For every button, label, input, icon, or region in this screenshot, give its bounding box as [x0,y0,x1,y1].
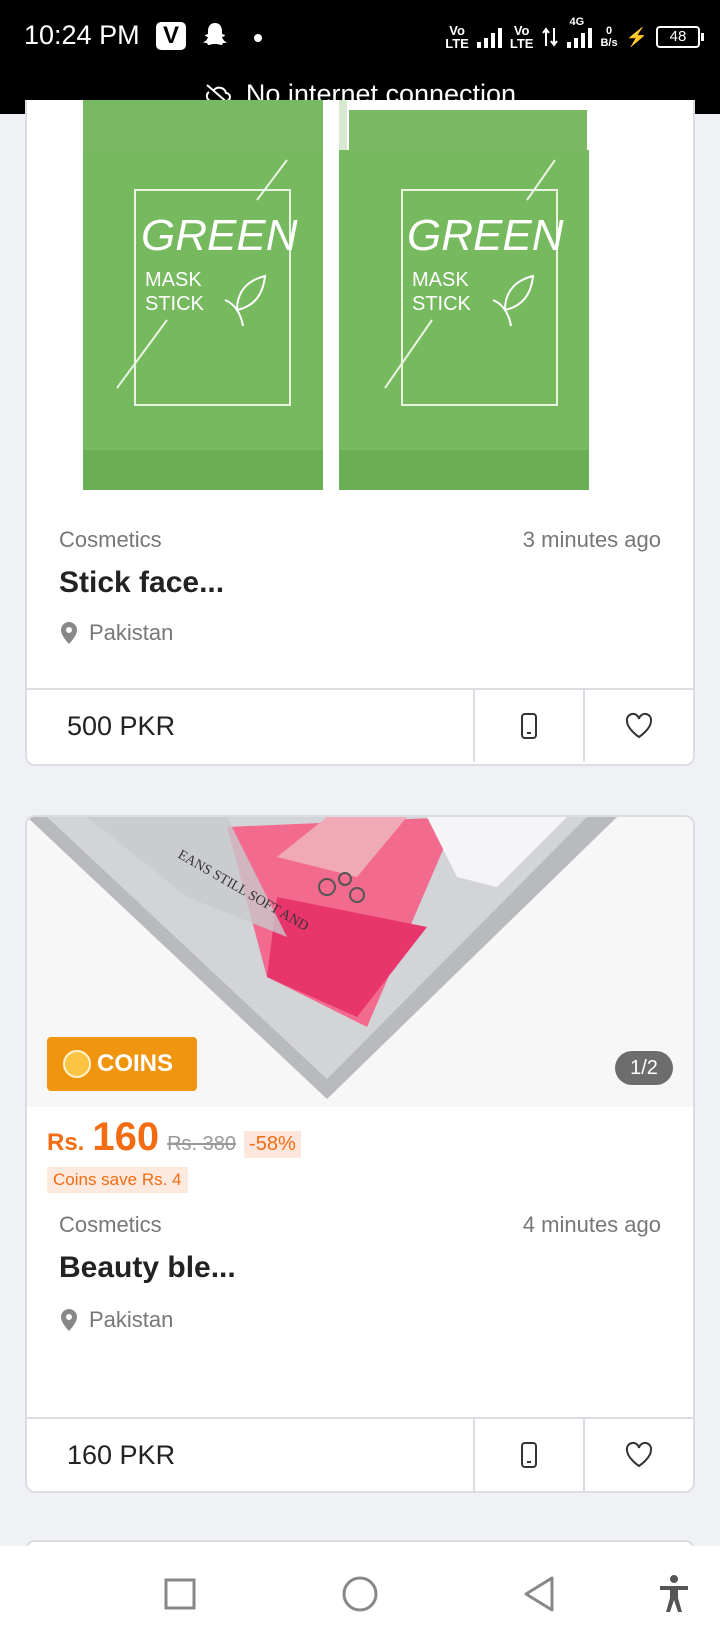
product-image[interactable]: GREEN MASK STICK GREEN MASK STICK [27,100,695,490]
v-app-icon: V [156,22,186,50]
listing-card[interactable]: EANS STILL SOFT AND COINS 1/2 Rs. 160 Rs… [25,815,695,1493]
heart-icon [625,712,653,739]
favorite-button[interactable] [583,1419,693,1491]
home-circle-icon[interactable] [338,1572,382,1616]
call-button[interactable] [473,1419,583,1491]
listing-category: Cosmetics [59,527,162,552]
listing-title[interactable]: Stick face... [59,566,224,600]
network-type-label: 4G [569,16,585,28]
coins-save-tag: Coins save Rs. 4 [47,1167,188,1193]
listing-time: 4 minutes ago [522,1212,661,1237]
location-text: Pakistan [89,620,174,645]
status-icons: Vo LTE Vo LTE 4G 0 B/s ⚡ 48 [445,16,704,54]
image-pager: 1/2 [615,1051,673,1085]
location-pin-icon [61,1309,77,1331]
listing-price: 500 PKR [67,710,176,741]
call-button[interactable] [473,690,583,762]
svg-text:MASK: MASK [145,269,202,291]
listing-price: 160 PKR [67,1439,176,1470]
volte-2-label: Vo LTE [509,23,534,51]
back-triangle-icon[interactable] [518,1572,562,1616]
net-speed: 0 B/s [600,25,618,49]
svg-text:GREEN: GREEN [407,211,564,260]
favorite-button[interactable] [583,690,693,762]
system-nav-bar [0,1546,720,1640]
listing-actions: 500 PKR [27,688,693,762]
volte-1-label: Vo LTE [445,23,469,51]
svg-text:STICK: STICK [145,293,205,315]
recents-square-icon[interactable] [158,1572,202,1616]
listing-actions: 160 PKR [27,1417,693,1491]
status-time: 10:24 PM [24,20,140,50]
listing-title[interactable]: Beauty ble... [59,1251,236,1285]
listing-category: Cosmetics [59,1212,162,1237]
snapchat-icon [203,23,227,45]
notification-dot-icon [254,34,262,42]
promo-old-price: Rs. 380 [167,1133,237,1155]
signal-1-icon [476,26,502,48]
heart-icon [625,1441,653,1468]
promo-currency: Rs. [47,1129,85,1156]
signal-2-icon [567,26,593,48]
status-bar: 10:24 PM V Vo LTE Vo LTE 4G 0 B/s ⚡ 48 [0,0,720,74]
svg-text:STICK: STICK [412,293,472,315]
listing-location: Pakistan [59,1307,173,1333]
listing-time: 3 minutes ago [522,527,661,552]
promo-value: 160 [92,1115,160,1159]
charging-bolt-icon: ⚡ [625,26,648,47]
listing-location: Pakistan [59,620,173,646]
listing-card[interactable]: GREEN MASK STICK GREEN MASK STICK Cosmet… [25,100,695,766]
promo-price: Rs. 160 Rs. 380 -58% [47,1115,301,1160]
coins-badge: COINS [47,1037,197,1091]
phone-icon [521,1442,537,1468]
coins-badge-label: COINS [97,1050,174,1077]
accessibility-icon[interactable] [652,1572,696,1616]
coin-icon [63,1050,91,1078]
data-arrows-icon [542,27,559,47]
promo-discount: -58% [244,1131,301,1158]
svg-text:MASK: MASK [412,269,469,291]
signal-2-group: 4G [567,16,593,48]
svg-text:GREEN: GREEN [141,211,298,260]
location-pin-icon [61,622,77,644]
phone-icon [521,713,537,739]
battery-icon: 48 [656,26,704,48]
location-text: Pakistan [89,1307,174,1332]
